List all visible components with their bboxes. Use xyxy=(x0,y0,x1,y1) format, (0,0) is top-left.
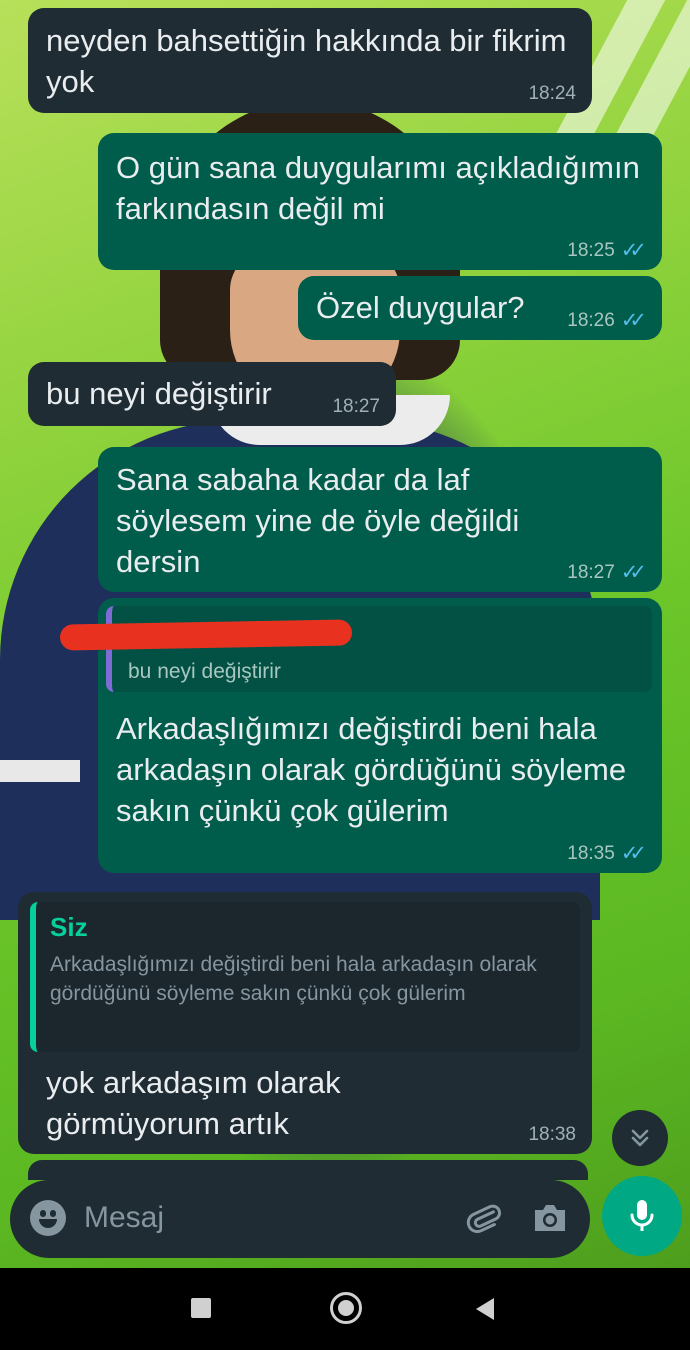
message-text: O gün sana duygularımı açıkladığımın far… xyxy=(116,150,640,226)
message-partial xyxy=(28,1160,588,1180)
message-outgoing[interactable]: Sana sabaha kadar da laf söylesem yine d… xyxy=(98,447,662,592)
message-time: 18:25 xyxy=(567,240,615,261)
message-incoming[interactable]: bu neyi değiştirir 18:27 xyxy=(28,362,396,426)
message-time: 18:26 xyxy=(567,310,615,331)
message-text: neyden bahsettiğin hakkında bir fikrim y… xyxy=(46,23,567,99)
message-outgoing[interactable]: O gün sana duygularımı açıkladığımın far… xyxy=(98,133,662,270)
message-text: Arkadaşlığımızı değiştirdi beni hala ark… xyxy=(116,711,627,828)
message-text: Sana sabaha kadar da laf söylesem yine d… xyxy=(116,462,520,579)
mic-icon xyxy=(630,1200,654,1231)
redacted-author xyxy=(59,619,353,651)
double-check-icon: ✓✓ xyxy=(620,561,647,584)
message-meta: 18:24 xyxy=(528,83,576,105)
reply-quote-author: Siz xyxy=(50,912,88,942)
camera-icon[interactable] xyxy=(532,1202,568,1234)
system-nav-bar xyxy=(0,1268,690,1350)
message-text: bu neyi değiştirir xyxy=(46,376,272,411)
chevron-double-down-icon xyxy=(631,1129,649,1147)
message-meta: 18:26 ✓✓ xyxy=(567,309,647,332)
double-check-icon: ✓✓ xyxy=(620,842,647,865)
message-time: 18:24 xyxy=(528,83,576,104)
home-button[interactable] xyxy=(330,1292,362,1324)
recents-button[interactable] xyxy=(191,1298,211,1318)
message-meta: 18:25 ✓✓ xyxy=(567,239,647,262)
reply-quote-text: Arkadaşlığımızı değiştirdi beni hala ark… xyxy=(50,953,537,1005)
message-time: 18:38 xyxy=(528,1124,576,1145)
message-text: yok arkadaşım olarak görmüyorum artık xyxy=(46,1065,341,1141)
paperclip-icon[interactable] xyxy=(466,1200,502,1236)
message-meta: 18:38 xyxy=(528,1124,576,1146)
message-incoming[interactable]: neyden bahsettiğin hakkında bir fikrim y… xyxy=(28,8,592,113)
message-meta: 18:35 ✓✓ xyxy=(567,842,647,865)
message-composer[interactable]: Mesaj xyxy=(10,1180,590,1258)
reply-quote[interactable]: bu neyi değiştirir xyxy=(59,606,652,692)
message-outgoing[interactable]: Özel duygular? 18:26 ✓✓ xyxy=(298,276,662,340)
message-time: 18:27 xyxy=(332,396,380,417)
voice-record-button[interactable] xyxy=(602,1176,682,1256)
double-check-icon: ✓✓ xyxy=(620,239,647,262)
message-time: 18:27 xyxy=(567,562,615,583)
message-incoming-reply[interactable]: Siz Arkadaşlığımızı değiştirdi beni hala… xyxy=(18,892,592,1154)
scroll-to-bottom-button[interactable] xyxy=(612,1110,668,1166)
wallpaper-sleeve-stripe xyxy=(0,760,80,782)
double-check-icon: ✓✓ xyxy=(620,309,647,332)
emoji-icon[interactable] xyxy=(30,1200,66,1236)
message-input[interactable]: Mesaj xyxy=(84,1201,164,1235)
message-time: 18:35 xyxy=(567,843,615,864)
reply-quote-text: bu neyi değiştirir xyxy=(128,660,281,683)
message-meta: 18:27 ✓✓ xyxy=(567,561,647,584)
message-meta: 18:27 xyxy=(332,396,380,418)
reply-quote[interactable]: Siz Arkadaşlığımızı değiştirdi beni hala… xyxy=(30,902,580,1052)
back-button[interactable] xyxy=(476,1298,494,1320)
message-outgoing-reply[interactable]: bu neyi değiştirir Arkadaşlığımızı değiş… xyxy=(59,598,662,873)
